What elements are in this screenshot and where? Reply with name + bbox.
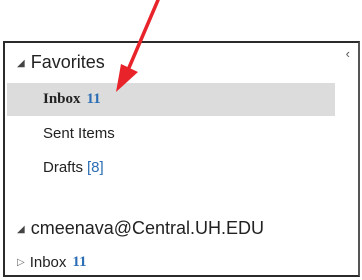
- favorites-item-inbox[interactable]: Inbox 11: [7, 83, 335, 116]
- folder-label: Inbox: [29, 254, 67, 271]
- favorites-item-sent-items[interactable]: Sent Items: [7, 117, 335, 150]
- account-header[interactable]: ◢ cmeenava@Central.UH.EDU: [17, 218, 264, 239]
- unread-count: 11: [86, 91, 101, 107]
- folder-pane: ‹ ◢ Favorites Inbox 11 Sent Items Drafts…: [3, 41, 360, 277]
- folder-label: Sent Items: [43, 125, 115, 142]
- chevron-left-icon[interactable]: ‹: [346, 47, 350, 60]
- folder-label: Inbox: [43, 91, 81, 107]
- account-email: cmeenava@Central.UH.EDU: [30, 218, 265, 238]
- account-item-inbox[interactable]: ▷ Inbox 11: [17, 254, 87, 271]
- favorites-item-drafts[interactable]: Drafts [8]: [7, 151, 335, 184]
- favorites-header[interactable]: ◢ Favorites: [17, 52, 105, 73]
- draft-count: [8]: [87, 159, 104, 176]
- folder-label: Drafts: [43, 159, 84, 176]
- triangle-down-icon[interactable]: ◢: [17, 58, 25, 69]
- favorites-label: Favorites: [30, 52, 105, 72]
- triangle-down-icon[interactable]: ◢: [17, 224, 25, 235]
- triangle-right-icon[interactable]: ▷: [17, 257, 25, 268]
- unread-count: 11: [72, 254, 87, 270]
